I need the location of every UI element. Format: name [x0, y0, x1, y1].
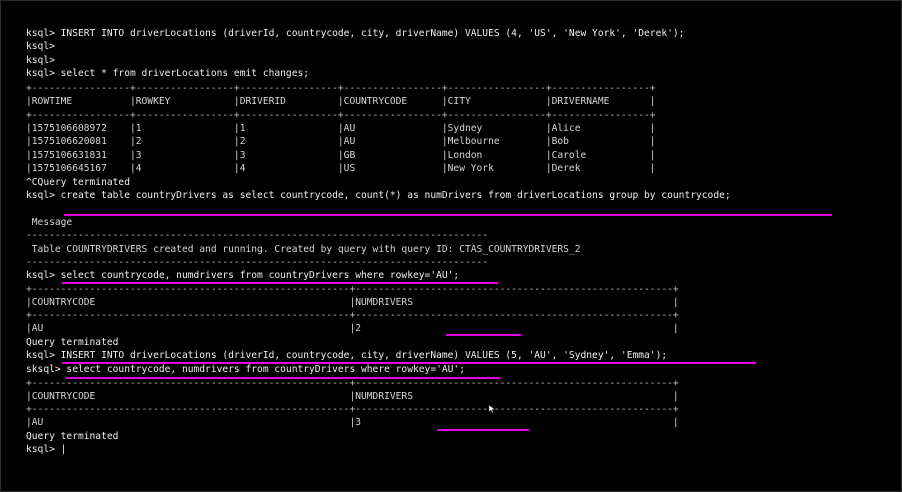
annotation-underline — [446, 334, 521, 336]
status-line: Query terminated — [26, 337, 119, 348]
terminal-line: ksql> INSERT INTO driverLocations (drive… — [26, 350, 668, 361]
terminal-line: sksql> select countrycode, numdrivers fr… — [26, 364, 465, 375]
terminal-line: ksql> select countrycode, numdrivers fro… — [26, 270, 460, 281]
table-header-row: |COUNTRYCODE |NUMDRIVERS | — [26, 391, 679, 402]
table-row: |1575106620081 |2 |2 |AU |Melbourne |Bob… — [26, 136, 656, 147]
terminal-line: ksql> select * from driverLocations emit… — [26, 68, 310, 79]
status-line: Query terminated — [26, 431, 119, 442]
terminal-line: ksql> — [26, 55, 55, 66]
status-line: ^CQuery terminated — [26, 177, 130, 188]
terminal-window[interactable]: ksql> INSERT INTO driverLocations (drive… — [0, 0, 902, 492]
annotation-underline — [62, 362, 756, 364]
terminal-line: ksql> create table countryDrivers as sel… — [26, 190, 731, 201]
table-row: |1575106631831 |3 |3 |GB |London |Carole… — [26, 150, 656, 161]
table-header-row: |ROWTIME |ROWKEY |DRIVERID |COUNTRYCODE … — [26, 96, 656, 107]
table-border: +-----------------+-----------------+---… — [26, 110, 656, 121]
table-header-row: |COUNTRYCODE |NUMDRIVERS | — [26, 297, 679, 308]
mouse-pointer-icon — [489, 405, 495, 413]
table-row: |1575106608972 |1 |1 |AU |Sydney |Alice … — [26, 123, 656, 134]
table-row: |1575106645167 |4 |4 |US |New York |Dere… — [26, 163, 656, 174]
table-border: +---------------------------------------… — [26, 310, 679, 321]
terminal-line: ksql> — [26, 41, 55, 52]
terminal-prompt[interactable]: ksql> | — [26, 443, 66, 456]
annotation-underline — [437, 429, 529, 431]
table-border: +---------------------------------------… — [26, 404, 679, 415]
message-header: Message — [26, 217, 73, 228]
table-row: |AU |3 | — [26, 417, 679, 428]
annotation-underline — [64, 214, 832, 216]
annotation-underline — [62, 282, 498, 284]
table-border: +-----------------+-----------------+---… — [26, 83, 656, 94]
table-border: ----------------------------------------… — [26, 230, 489, 241]
annotation-underline — [66, 377, 500, 379]
table-border: ----------------------------------------… — [26, 257, 489, 268]
table-row: |AU |2 | — [26, 323, 679, 334]
message-text: Table COUNTRYDRIVERS created and running… — [26, 244, 581, 255]
table-border: +---------------------------------------… — [26, 284, 679, 295]
terminal-line: ksql> INSERT INTO driverLocations (drive… — [26, 28, 685, 39]
